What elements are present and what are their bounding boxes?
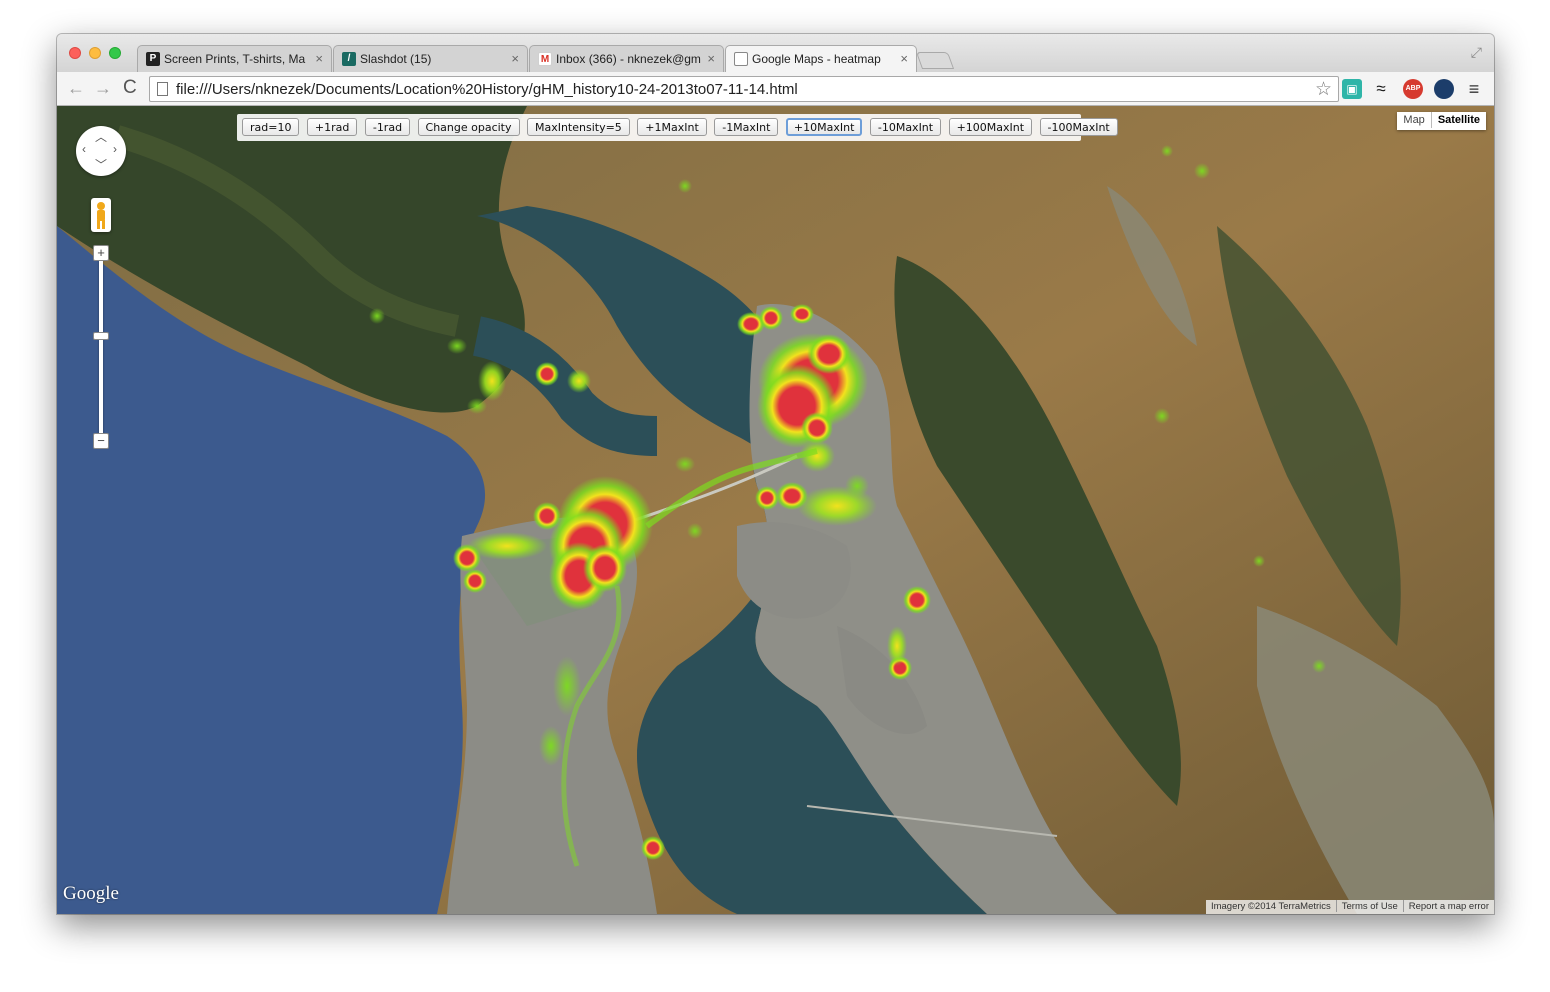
tab-slashdot[interactable]: / Slashdot (15) × [333, 45, 528, 72]
browser-window: P Screen Prints, T-shirts, Ma × / Slashd… [57, 34, 1494, 914]
extension-icon[interactable]: ▣ [1342, 79, 1362, 99]
zoom-in-button[interactable]: + [93, 245, 109, 261]
pan-down-icon[interactable]: ﹀ [95, 156, 107, 173]
rad-button[interactable]: rad=10 [242, 118, 300, 136]
minus-1-maxint-button[interactable]: -1MaxInt [714, 118, 779, 136]
tab-label: Slashdot (15) [360, 52, 432, 66]
heatmap-controls: rad=10 +1rad -1rad Change opacity MaxInt… [237, 114, 1118, 141]
close-tab-icon[interactable]: × [707, 51, 715, 66]
tab-google-maps-heatmap[interactable]: Google Maps - heatmap × [725, 45, 917, 72]
tab-favicon-icon: / [342, 52, 356, 66]
plus-1-maxint-button[interactable]: +1MaxInt [637, 118, 707, 136]
url-text: file:///Users/nknezek/Documents/Location… [176, 81, 798, 98]
map-type-control: Map Satellite [1397, 112, 1486, 130]
minus-10-maxint-button[interactable]: -10MaxInt [869, 118, 942, 136]
reload-button[interactable]: C [123, 77, 137, 99]
map-canvas[interactable]: rad=10 +1rad -1rad Change opacity MaxInt… [57, 106, 1494, 914]
close-tab-icon[interactable]: × [511, 51, 519, 66]
imagery-credit: Imagery ©2014 TerraMetrics [1210, 901, 1331, 912]
bookmark-star-icon[interactable]: ☆ [1315, 78, 1332, 101]
tab-favicon-icon: P [146, 52, 160, 66]
change-opacity-button[interactable]: Change opacity [417, 118, 520, 136]
close-tab-icon[interactable]: × [315, 51, 323, 66]
window-minimize-button[interactable] [89, 47, 101, 59]
google-logo[interactable]: Google [63, 883, 119, 905]
plus-100-maxint-button[interactable]: +100MaxInt [948, 118, 1033, 136]
tab-label: Google Maps - heatmap [752, 52, 881, 66]
satellite-imagery [57, 106, 1494, 914]
page-icon [157, 82, 168, 96]
new-tab-button[interactable] [915, 52, 955, 69]
title-bar: P Screen Prints, T-shirts, Ma × / Slashd… [57, 34, 1494, 72]
address-bar[interactable]: file:///Users/nknezek/Documents/Location… [149, 76, 1339, 102]
report-map-error-link[interactable]: Report a map error [1402, 900, 1494, 912]
pan-control[interactable]: ︿ ‹ › ﹀ [76, 126, 126, 176]
increase-radius-button[interactable]: +1rad [306, 118, 358, 136]
page-icon [734, 52, 748, 66]
tab-label: Screen Prints, T-shirts, Ma [164, 52, 306, 66]
fullscreen-icon[interactable]: ⤢ [1471, 44, 1482, 61]
tab-label: Inbox (366) - nknezek@gm [556, 52, 701, 66]
pan-up-icon[interactable]: ︿ [95, 128, 107, 145]
zoom-out-button[interactable]: − [93, 433, 109, 449]
minus-100-maxint-button[interactable]: -100MaxInt [1039, 118, 1118, 136]
gmail-icon: M [538, 52, 552, 66]
tab-screen-prints[interactable]: P Screen Prints, T-shirts, Ma × [137, 45, 332, 72]
pan-right-icon[interactable]: › [113, 142, 117, 156]
close-tab-icon[interactable]: × [900, 51, 908, 66]
window-maximize-button[interactable] [109, 47, 121, 59]
map-type-map-button[interactable]: Map [1397, 112, 1430, 128]
map-attribution: Imagery ©2014 TerraMetrics Terms of Use Re… [1205, 900, 1494, 914]
menu-icon[interactable]: ≡ [1464, 79, 1484, 99]
forward-button[interactable]: → [94, 78, 112, 99]
map-type-satellite-button[interactable]: Satellite [1430, 112, 1486, 128]
extension-globe-icon[interactable] [1434, 79, 1454, 99]
tab-inbox[interactable]: M Inbox (366) - nknezek@gm × [529, 45, 724, 72]
decrease-radius-button[interactable]: -1rad [364, 118, 411, 136]
window-close-button[interactable] [69, 47, 81, 59]
terms-of-use-link[interactable]: Terms of Use [1335, 900, 1403, 912]
street-view-pegman-icon[interactable] [91, 198, 111, 232]
max-intensity-button[interactable]: MaxIntensity=5 [526, 118, 630, 136]
plus-10-maxint-button[interactable]: +10MaxInt [785, 118, 863, 136]
pan-left-icon[interactable]: ‹ [82, 142, 86, 156]
zoom-slider-track[interactable] [99, 261, 103, 446]
wave-icon[interactable]: ≈ [1371, 79, 1391, 99]
browser-toolbar: ← → C file:///Users/nknezek/Documents/Lo… [57, 72, 1494, 106]
back-button[interactable]: ← [67, 78, 85, 99]
zoom-slider-handle[interactable] [93, 332, 109, 340]
adblock-icon[interactable]: ABP [1403, 79, 1423, 99]
